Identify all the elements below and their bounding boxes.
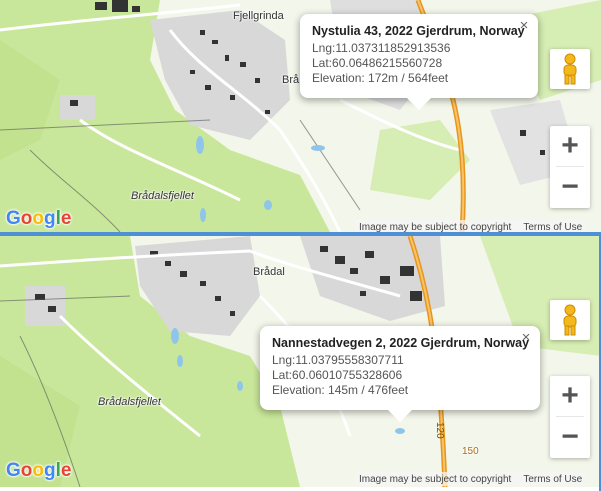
info-longitude: Lng:11.037311852913536 (312, 41, 451, 55)
map-attribution: Image may be subject to copyright Terms … (355, 220, 587, 233)
info-latitude: Lat:60.06486215560728 (312, 56, 443, 70)
pegman-icon (563, 53, 577, 85)
close-icon[interactable]: × (516, 18, 532, 34)
place-label: Fjellgrinda (233, 10, 284, 22)
info-window: × Nannestadvegen 2, 2022 Gjerdrum, Norwa… (260, 326, 540, 422)
pegman-icon (563, 304, 577, 336)
info-longitude: Lng:11.03795558307711 (272, 353, 404, 367)
info-address: Nystulia 43, 2022 Gjerdrum, Norway (312, 24, 525, 38)
place-label: Brådal (253, 266, 285, 278)
map-attribution: Image may be subject to copyright Terms … (355, 472, 587, 486)
info-latitude: Lat:60.06010755328606 (272, 368, 403, 382)
zoom-in-button[interactable]: + (550, 376, 590, 416)
map-panel-top[interactable]: Fjellgrinda Brå Brådalsfjellet × Nystuli… (0, 0, 601, 232)
road-number-label: 120 (434, 422, 445, 439)
info-elevation: Elevation: 145m / 476feet (272, 383, 409, 397)
place-label: Brådalsfjellet (131, 190, 194, 202)
info-window: × Nystulia 43, 2022 Gjerdrum, Norway Lng… (300, 14, 538, 110)
zoom-out-button[interactable]: − (550, 167, 590, 207)
google-logo[interactable]: Google (6, 460, 71, 482)
street-view-button[interactable] (550, 49, 590, 89)
copyright-notice: Image may be subject to copyright (359, 473, 512, 485)
google-logo[interactable]: Google (6, 208, 71, 230)
zoom-control: + − (550, 126, 590, 208)
info-address: Nannestadvegen 2, 2022 Gjerdrum, Norway (272, 336, 530, 350)
zoom-out-button[interactable]: − (550, 417, 590, 457)
place-label: Brådalsfjellet (98, 396, 161, 408)
terms-of-use-link[interactable]: Terms of Use (523, 474, 582, 485)
close-icon[interactable]: × (518, 330, 534, 346)
street-view-button[interactable] (550, 300, 590, 340)
map-panel-bottom[interactable]: Brådal Brådalsfjellet 120 150 × Nannesta… (0, 236, 601, 487)
place-label: Brå (282, 74, 300, 86)
contour-label: 150 (462, 446, 479, 457)
zoom-control: + − (550, 376, 590, 458)
terms-of-use-link[interactable]: Terms of Use (523, 222, 582, 233)
copyright-notice: Image may be subject to copyright (359, 221, 512, 233)
info-elevation: Elevation: 172m / 564feet (312, 71, 449, 85)
zoom-in-button[interactable]: + (550, 126, 590, 166)
